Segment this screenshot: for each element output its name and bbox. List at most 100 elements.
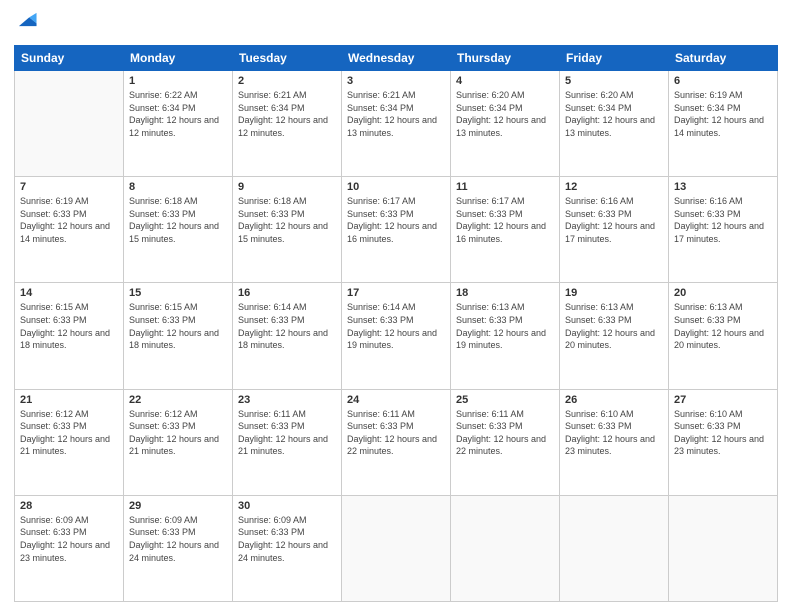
day-info: Sunrise: 6:14 AMSunset: 6:33 PMDaylight:… xyxy=(347,301,445,351)
weekday-header: Monday xyxy=(124,46,233,71)
day-number: 12 xyxy=(565,181,663,193)
day-info: Sunrise: 6:11 AMSunset: 6:33 PMDaylight:… xyxy=(238,408,336,458)
day-number: 21 xyxy=(20,394,118,406)
day-number: 10 xyxy=(347,181,445,193)
day-number: 15 xyxy=(129,287,227,299)
calendar-cell: 1 Sunrise: 6:22 AMSunset: 6:34 PMDaylight… xyxy=(124,71,233,177)
day-number: 7 xyxy=(20,181,118,193)
day-number: 4 xyxy=(456,75,554,87)
day-number: 23 xyxy=(238,394,336,406)
calendar-cell: 16 Sunrise: 6:14 AMSunset: 6:33 PMDayligh… xyxy=(233,283,342,389)
weekday-header: Wednesday xyxy=(342,46,451,71)
calendar-cell: 5 Sunrise: 6:20 AMSunset: 6:34 PMDaylight… xyxy=(560,71,669,177)
calendar-cell: 8 Sunrise: 6:18 AMSunset: 6:33 PMDaylight… xyxy=(124,177,233,283)
calendar-cell: 24 Sunrise: 6:11 AMSunset: 6:33 PMDayligh… xyxy=(342,389,451,495)
day-info: Sunrise: 6:19 AMSunset: 6:33 PMDaylight:… xyxy=(20,195,118,245)
day-number: 17 xyxy=(347,287,445,299)
day-info: Sunrise: 6:22 AMSunset: 6:34 PMDaylight:… xyxy=(129,89,227,139)
day-info: Sunrise: 6:16 AMSunset: 6:33 PMDaylight:… xyxy=(565,195,663,245)
calendar-cell: 11 Sunrise: 6:17 AMSunset: 6:33 PMDayligh… xyxy=(451,177,560,283)
calendar-cell: 10 Sunrise: 6:17 AMSunset: 6:33 PMDayligh… xyxy=(342,177,451,283)
calendar-header-row: SundayMondayTuesdayWednesdayThursdayFrid… xyxy=(15,46,778,71)
day-info: Sunrise: 6:13 AMSunset: 6:33 PMDaylight:… xyxy=(456,301,554,351)
calendar-cell: 18 Sunrise: 6:13 AMSunset: 6:33 PMDayligh… xyxy=(451,283,560,389)
calendar-cell xyxy=(15,71,124,177)
day-info: Sunrise: 6:14 AMSunset: 6:33 PMDaylight:… xyxy=(238,301,336,351)
calendar-cell: 22Sunrise: 6:12 AMSunset: 6:33 PMDayligh… xyxy=(124,389,233,495)
day-info: Sunrise: 6:11 AMSunset: 6:33 PMDaylight:… xyxy=(456,408,554,458)
calendar-cell: 2Sunrise: 6:21 AMSunset: 6:34 PMDaylight… xyxy=(233,71,342,177)
calendar-week-row: 7 Sunrise: 6:19 AMSunset: 6:33 PMDaylight… xyxy=(15,177,778,283)
day-number: 18 xyxy=(456,287,554,299)
calendar-cell: 25 Sunrise: 6:11 AMSunset: 6:33 PMDayligh… xyxy=(451,389,560,495)
calendar-cell: 7 Sunrise: 6:19 AMSunset: 6:33 PMDaylight… xyxy=(15,177,124,283)
day-info: Sunrise: 6:20 AMSunset: 6:34 PMDaylight:… xyxy=(565,89,663,139)
day-number: 28 xyxy=(20,500,118,512)
weekday-header: Sunday xyxy=(15,46,124,71)
day-info: Sunrise: 6:13 AMSunset: 6:33 PMDaylight:… xyxy=(565,301,663,351)
calendar-cell: 3 Sunrise: 6:21 AMSunset: 6:34 PMDaylight… xyxy=(342,71,451,177)
day-info: Sunrise: 6:12 AMSunset: 6:33 PMDaylight:… xyxy=(20,408,118,458)
calendar-cell: 23 Sunrise: 6:11 AMSunset: 6:33 PMDayligh… xyxy=(233,389,342,495)
calendar-cell: 28 Sunrise: 6:09 AMSunset: 6:33 PMDayligh… xyxy=(15,495,124,601)
day-number: 19 xyxy=(565,287,663,299)
calendar-cell xyxy=(669,495,778,601)
calendar-cell: 30 Sunrise: 6:09 AMSunset: 6:33 PMDayligh… xyxy=(233,495,342,601)
day-info: Sunrise: 6:13 AMSunset: 6:33 PMDaylight:… xyxy=(674,301,772,351)
day-number: 2 xyxy=(238,75,336,87)
calendar-cell: 27Sunrise: 6:10 AMSunset: 6:33 PMDayligh… xyxy=(669,389,778,495)
day-number: 27 xyxy=(674,394,772,406)
calendar-cell xyxy=(451,495,560,601)
day-number: 30 xyxy=(238,500,336,512)
day-number: 20 xyxy=(674,287,772,299)
day-info: Sunrise: 6:19 AMSunset: 6:34 PMDaylight:… xyxy=(674,89,772,139)
day-info: Sunrise: 6:09 AMSunset: 6:33 PMDaylight:… xyxy=(129,514,227,564)
day-number: 22 xyxy=(129,394,227,406)
day-number: 8 xyxy=(129,181,227,193)
calendar-cell: 9Sunrise: 6:18 AMSunset: 6:33 PMDaylight… xyxy=(233,177,342,283)
day-info: Sunrise: 6:15 AMSunset: 6:33 PMDaylight:… xyxy=(20,301,118,351)
day-info: Sunrise: 6:09 AMSunset: 6:33 PMDaylight:… xyxy=(238,514,336,564)
calendar-week-row: 28 Sunrise: 6:09 AMSunset: 6:33 PMDayligh… xyxy=(15,495,778,601)
day-info: Sunrise: 6:11 AMSunset: 6:33 PMDaylight:… xyxy=(347,408,445,458)
day-info: Sunrise: 6:10 AMSunset: 6:33 PMDaylight:… xyxy=(565,408,663,458)
day-info: Sunrise: 6:17 AMSunset: 6:33 PMDaylight:… xyxy=(347,195,445,245)
day-info: Sunrise: 6:21 AMSunset: 6:34 PMDaylight:… xyxy=(347,89,445,139)
calendar-table: SundayMondayTuesdayWednesdayThursdayFrid… xyxy=(14,45,778,602)
calendar-cell xyxy=(560,495,669,601)
calendar-cell: 19 Sunrise: 6:13 AMSunset: 6:33 PMDayligh… xyxy=(560,283,669,389)
day-number: 14 xyxy=(20,287,118,299)
day-info: Sunrise: 6:20 AMSunset: 6:34 PMDaylight:… xyxy=(456,89,554,139)
day-info: Sunrise: 6:16 AMSunset: 6:33 PMDaylight:… xyxy=(674,195,772,245)
day-number: 13 xyxy=(674,181,772,193)
calendar-cell: 17 Sunrise: 6:14 AMSunset: 6:33 PMDayligh… xyxy=(342,283,451,389)
day-info: Sunrise: 6:18 AMSunset: 6:33 PMDaylight:… xyxy=(129,195,227,245)
day-number: 25 xyxy=(456,394,554,406)
day-number: 1 xyxy=(129,75,227,87)
day-number: 29 xyxy=(129,500,227,512)
day-number: 3 xyxy=(347,75,445,87)
logo xyxy=(14,10,40,37)
calendar-cell xyxy=(342,495,451,601)
calendar-cell: 29 Sunrise: 6:09 AMSunset: 6:33 PMDayligh… xyxy=(124,495,233,601)
calendar-cell: 12 Sunrise: 6:16 AMSunset: 6:33 PMDayligh… xyxy=(560,177,669,283)
calendar-week-row: 14 Sunrise: 6:15 AMSunset: 6:33 PMDayligh… xyxy=(15,283,778,389)
day-number: 9 xyxy=(238,181,336,193)
day-info: Sunrise: 6:09 AMSunset: 6:33 PMDaylight:… xyxy=(20,514,118,564)
day-number: 6 xyxy=(674,75,772,87)
day-info: Sunrise: 6:17 AMSunset: 6:33 PMDaylight:… xyxy=(456,195,554,245)
page: SundayMondayTuesdayWednesdayThursdayFrid… xyxy=(0,0,792,612)
calendar-cell: 4 Sunrise: 6:20 AMSunset: 6:34 PMDaylight… xyxy=(451,71,560,177)
header xyxy=(14,10,778,37)
day-number: 5 xyxy=(565,75,663,87)
logo-icon xyxy=(16,10,38,32)
calendar-week-row: 21 Sunrise: 6:12 AMSunset: 6:33 PMDayligh… xyxy=(15,389,778,495)
weekday-header: Friday xyxy=(560,46,669,71)
day-info: Sunrise: 6:15 AMSunset: 6:33 PMDaylight:… xyxy=(129,301,227,351)
day-number: 16 xyxy=(238,287,336,299)
calendar-cell: 26Sunrise: 6:10 AMSunset: 6:33 PMDayligh… xyxy=(560,389,669,495)
day-number: 11 xyxy=(456,181,554,193)
day-number: 24 xyxy=(347,394,445,406)
calendar-cell: 15 Sunrise: 6:15 AMSunset: 6:33 PMDayligh… xyxy=(124,283,233,389)
calendar-cell: 20 Sunrise: 6:13 AMSunset: 6:33 PMDayligh… xyxy=(669,283,778,389)
